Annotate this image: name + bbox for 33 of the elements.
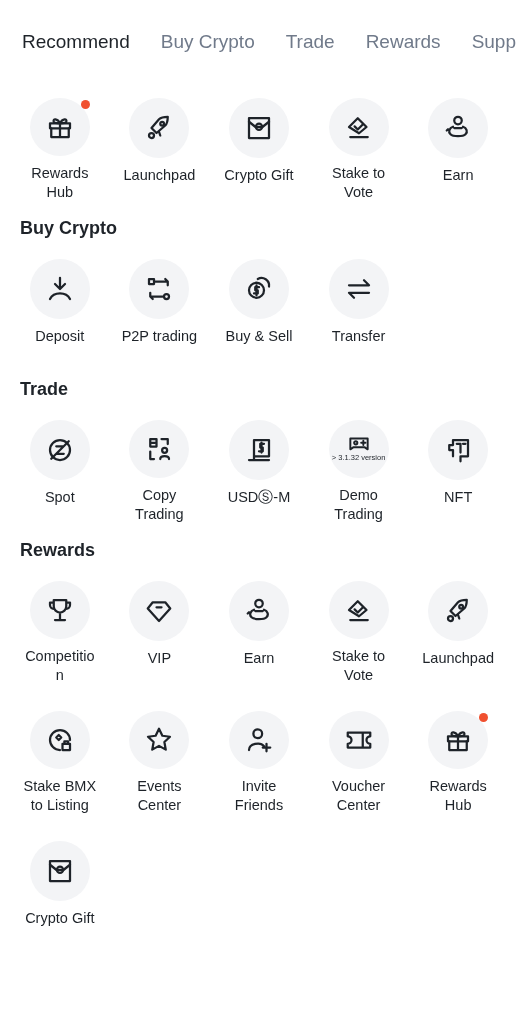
section-heading: Buy Crypto: [20, 217, 118, 239]
category-tab[interactable]: Supp: [471, 30, 516, 52]
shortcut-label: Invite Friends: [233, 777, 285, 815]
shortcut-label: Deposit: [34, 327, 86, 346]
shortcut-label: NFT: [443, 488, 474, 507]
shortcut-label: Demo Trading: [333, 486, 384, 524]
shortcut-label: Voucher Center: [330, 777, 387, 815]
shortcut-label: Launchpad: [122, 166, 197, 185]
shortcut-label: P2P trading: [120, 327, 198, 346]
shortcut-label: USDⓈ-M: [226, 488, 292, 507]
shortcut-label: Crypto Gift: [24, 909, 96, 928]
shortcut-label: Crypto Gift: [223, 166, 295, 185]
section-heading: Rewards: [20, 539, 97, 561]
shortcut-label: Rewards Hub: [428, 777, 488, 815]
shortcut-label: Stake to Vote: [330, 164, 387, 202]
shortcut-label: Spot: [43, 488, 76, 507]
shortcut-label: Transfer: [330, 327, 387, 346]
shortcut-label: VIP: [146, 649, 173, 668]
shortcut-label: Stake BMX to Listing: [22, 777, 98, 815]
category-tab[interactable]: Rewards: [365, 30, 441, 52]
shortcut-label: Competition: [24, 647, 96, 685]
shortcut-label: Earn: [441, 166, 475, 185]
category-tab[interactable]: Recommend: [22, 30, 130, 52]
section-heading: Trade: [20, 378, 70, 400]
shortcut-label: Stake to Vote: [330, 647, 387, 685]
shortcut-label: Rewards Hub: [30, 164, 90, 202]
shortcut-label: Events Center: [136, 777, 183, 815]
category-tab[interactable]: Buy Crypto: [160, 30, 255, 52]
shortcut-label: Buy & Sell: [224, 327, 294, 346]
shortcut-label: Earn: [242, 649, 276, 668]
category-tab[interactable]: Trade: [285, 30, 335, 52]
shortcut-label: Launchpad: [421, 649, 496, 668]
shortcut-label: Copy Trading: [134, 486, 185, 524]
